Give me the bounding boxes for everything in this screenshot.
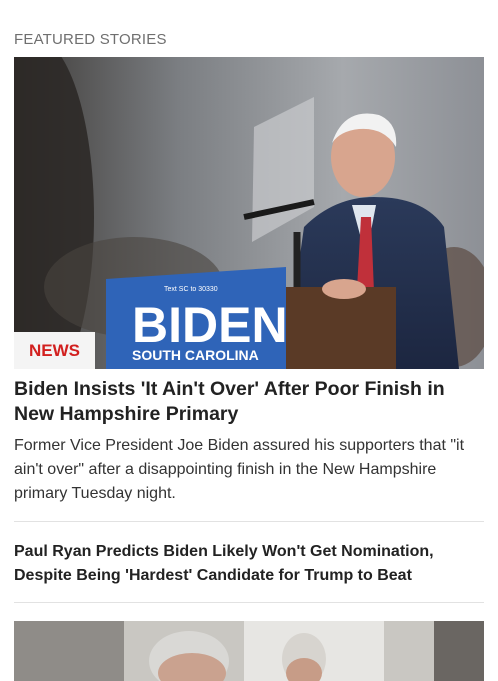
story-thumbnail[interactable]	[14, 621, 484, 681]
featured-stories-panel: FEATURED STORIES Text SC to 30330 BIDEN …	[0, 0, 498, 681]
divider	[14, 521, 484, 522]
story-photo	[14, 621, 484, 681]
divider	[14, 602, 484, 603]
featured-summary: Former Vice President Joe Biden assured …	[14, 437, 465, 502]
featured-headline[interactable]: Biden Insists 'It Ain't Over' After Poor…	[14, 377, 484, 426]
sign-main-text: BIDEN	[132, 297, 288, 353]
story-headline[interactable]: Paul Ryan Predicts Biden Likely Won't Ge…	[14, 540, 484, 588]
biden-rally-photo: Text SC to 30330 BIDEN SOUTH CAROLINA	[14, 57, 484, 369]
sign-top-text: Text SC to 30330	[164, 286, 218, 293]
section-title: FEATURED STORIES	[14, 31, 167, 48]
sign-sub-text: SOUTH CAROLINA	[132, 347, 259, 363]
category-badge[interactable]: NEWS	[14, 332, 95, 369]
featured-story-image[interactable]: Text SC to 30330 BIDEN SOUTH CAROLINA NE…	[14, 57, 484, 369]
